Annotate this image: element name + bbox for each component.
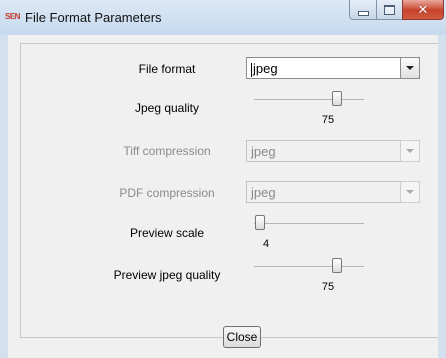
preview-scale-slider-thumb[interactable] [255, 215, 265, 230]
pdf-compression-value: jpeg [251, 185, 276, 200]
tiff-compression-select[interactable]: jpeg [246, 140, 420, 162]
preview-scale-value: 4 [262, 238, 270, 250]
preview-scale-label: Preview scale [129, 226, 205, 240]
title-bar: SEN File Format Parameters ✕ [0, 0, 446, 36]
jpeg-quality-slider-track[interactable] [254, 99, 364, 100]
close-window-button[interactable]: ✕ [402, 0, 444, 20]
window-title: File Format Parameters [25, 10, 162, 25]
text-caret [251, 62, 252, 77]
close-icon: ✕ [417, 2, 429, 17]
file-format-dropdown-button[interactable] [400, 57, 420, 79]
tiff-compression-label: Tiff compression [123, 144, 211, 158]
pdf-compression-label: PDF compression [119, 186, 215, 200]
maximize-icon [384, 4, 395, 15]
preview-jpeg-quality-label: Preview jpeg quality [113, 268, 221, 282]
jpeg-quality-label: Jpeg quality [134, 101, 200, 115]
tiff-compression-dropdown-button[interactable] [400, 140, 420, 162]
file-format-select[interactable]: jpeg [246, 57, 420, 79]
preview-jpeg-quality-slider-track[interactable] [254, 266, 364, 267]
close-button[interactable]: Close [223, 326, 261, 348]
chevron-down-icon [406, 149, 414, 153]
preview-scale-slider-track[interactable] [254, 223, 364, 224]
pdf-compression-select[interactable]: jpeg [246, 181, 420, 203]
chevron-down-icon [406, 66, 414, 70]
tiff-compression-value: jpeg [251, 144, 276, 159]
pdf-compression-dropdown-button[interactable] [400, 181, 420, 203]
jpeg-quality-slider-thumb[interactable] [332, 91, 342, 106]
maximize-button[interactable] [376, 0, 403, 20]
minimize-icon [357, 10, 369, 16]
jpeg-quality-value: 75 [321, 114, 335, 126]
chevron-down-icon [406, 190, 414, 194]
file-format-label: File format [138, 62, 196, 76]
window-frame-left [0, 35, 8, 358]
file-format-value: jpeg [253, 61, 278, 76]
preview-jpeg-quality-slider-thumb[interactable] [332, 258, 342, 273]
minimize-button[interactable] [349, 0, 377, 20]
window-frame-right [438, 35, 446, 358]
app-icon: SEN [5, 12, 20, 21]
preview-jpeg-quality-value: 75 [321, 281, 335, 293]
